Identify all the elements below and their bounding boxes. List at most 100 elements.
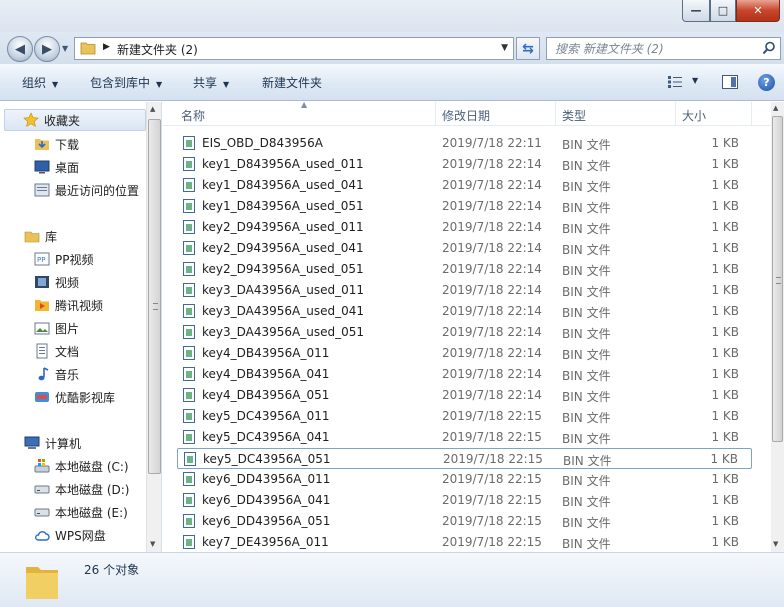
nav-youku[interactable]: 优酷影视库	[34, 387, 115, 407]
file-modified: 2019/7/18 22:14	[442, 367, 542, 381]
search-input[interactable]	[555, 40, 755, 57]
file-modified: 2019/7/18 22:14	[442, 283, 542, 297]
organize-button[interactable]: 组织 ▼	[22, 74, 58, 91]
column-type[interactable]: 类型	[562, 107, 586, 124]
file-size: 1 KB	[711, 409, 739, 423]
file-row[interactable]: key3_DA43956A_used_051 2019/7/18 22:14 BIN…	[177, 322, 752, 343]
file-row[interactable]: key5_DC43956A_011 2019/7/18 22:15 BIN 文件 1 …	[177, 406, 752, 427]
nav-libraries[interactable]: 库	[24, 226, 57, 246]
breadcrumb-separator-icon[interactable]: ▶	[103, 42, 110, 52]
nav-scrollbar[interactable]: ▲ ▼	[146, 102, 161, 552]
chevron-down-icon: ▼	[52, 80, 59, 89]
file-type: BIN 文件	[562, 285, 611, 299]
file-list-scrollbar-thumb[interactable]	[772, 116, 783, 442]
file-row[interactable]: key3_DA43956A_used_011 2019/7/18 22:14 BIN…	[177, 280, 752, 301]
nav-wps-drive[interactable]: WPS网盘	[34, 525, 106, 545]
nav-tencent-video-label: 腾讯视频	[55, 298, 104, 313]
nav-scrollbar-thumb[interactable]	[148, 119, 161, 474]
file-row[interactable]: key4_DB43956A_011 2019/7/18 22:14 BIN 文件 1 …	[177, 343, 752, 364]
file-type: BIN 文件	[562, 495, 611, 509]
nav-recent-places[interactable]: 最近访问的位置	[34, 180, 139, 200]
svg-text:PP: PP	[37, 256, 45, 264]
file-name: key6_DD43956A_051	[202, 514, 331, 528]
nav-pictures-label: 图片	[55, 321, 80, 336]
column-name[interactable]: 名称	[181, 107, 205, 124]
scroll-down-icon[interactable]: ▼	[773, 540, 778, 548]
forward-button[interactable]: ▶	[34, 36, 60, 62]
nav-desktop[interactable]: 桌面	[34, 157, 79, 177]
file-row[interactable]: key1_D843956A_used_041 2019/7/18 22:14 BIN…	[177, 175, 752, 196]
nav-pictures[interactable]: 图片	[34, 318, 79, 338]
preview-pane-icon[interactable]	[722, 75, 738, 89]
nav-documents[interactable]: 文档	[34, 341, 79, 361]
file-row[interactable]: key6_DD43956A_041 2019/7/18 22:15 BIN 文件 1 …	[177, 490, 752, 511]
maximize-button[interactable]: □	[710, 0, 736, 22]
search-box[interactable]	[546, 37, 781, 60]
file-size: 1 KB	[711, 367, 739, 381]
view-dropdown-icon[interactable]: ▼	[692, 76, 698, 85]
view-options-icon[interactable]	[668, 76, 682, 88]
nav-videos[interactable]: 视频	[34, 272, 79, 292]
file-row[interactable]: key1_D843956A_used_051 2019/7/18 22:14 BIN…	[177, 196, 752, 217]
file-row[interactable]: key3_DA43956A_used_041 2019/7/18 22:14 BIN…	[177, 301, 752, 322]
nav-tencent-video[interactable]: 腾讯视频	[34, 295, 103, 315]
nav-disk-d[interactable]: 本地磁盘 (D:)	[34, 479, 129, 499]
search-icon[interactable]	[762, 41, 776, 55]
help-icon[interactable]: ?	[758, 74, 775, 91]
music-icon	[38, 367, 49, 381]
column-modified[interactable]: 修改日期	[442, 107, 490, 124]
file-row[interactable]: key5_DC43956A_041 2019/7/18 22:15 BIN 文件 1 …	[177, 427, 752, 448]
nav-downloads[interactable]: 下载	[34, 134, 79, 154]
downloads-folder-icon	[35, 139, 49, 150]
nav-favorites[interactable]: 收藏夹	[4, 109, 146, 131]
file-row[interactable]: key6_DD43956A_011 2019/7/18 22:15 BIN 文件 1 …	[177, 469, 752, 490]
column-size[interactable]: 大小	[682, 107, 706, 124]
nav-disk-e[interactable]: 本地磁盘 (E:)	[34, 502, 128, 522]
share-button[interactable]: 共享 ▼	[193, 74, 229, 91]
nav-computer[interactable]: 计算机	[24, 433, 81, 453]
file-size: 1 KB	[711, 157, 739, 171]
scroll-down-icon[interactable]: ▼	[150, 540, 155, 548]
refresh-button[interactable]: ⇆	[516, 37, 540, 60]
bin-file-icon	[183, 136, 195, 150]
file-type: BIN 文件	[562, 474, 611, 488]
recent-pages-dropdown-icon[interactable]: ▼	[62, 44, 68, 53]
new-folder-button[interactable]: 新建文件夹	[262, 74, 322, 91]
bin-file-icon	[183, 493, 195, 507]
bin-file-icon	[183, 157, 195, 171]
file-row[interactable]: key2_D943956A_used_041 2019/7/18 22:14 BIN…	[177, 238, 752, 259]
file-row[interactable]: EIS_OBD_D843956A 2019/7/18 22:11 BIN 文件 1 K…	[177, 133, 752, 154]
file-row[interactable]: key4_DB43956A_041 2019/7/18 22:14 BIN 文件 1 …	[177, 364, 752, 385]
nav-disk-c[interactable]: 本地磁盘 (C:)	[34, 456, 129, 476]
address-dropdown-icon[interactable]: ▼	[501, 43, 508, 53]
back-button[interactable]: ◀	[7, 36, 33, 62]
file-row[interactable]: key7_DE43956A_011 2019/7/18 22:15 BIN 文件 1 …	[177, 532, 752, 552]
file-list: ▲ 名称 修改日期 类型 大小 EIS_OBD_D843956A 2019/7/1…	[163, 102, 784, 552]
nav-recent-places-label: 最近访问的位置	[55, 183, 140, 198]
scroll-up-icon[interactable]: ▲	[150, 105, 155, 113]
nav-music[interactable]: 音乐	[34, 364, 79, 384]
address-bar[interactable]: ▶ 新建文件夹 (2) ▼	[74, 37, 514, 60]
file-modified: 2019/7/18 22:14	[442, 262, 542, 276]
file-modified: 2019/7/18 22:14	[442, 388, 542, 402]
file-name: key3_DA43956A_used_011	[202, 283, 365, 297]
include-in-library-button[interactable]: 包含到库中 ▼	[90, 74, 162, 91]
file-size: 1 KB	[711, 493, 739, 507]
scroll-up-icon[interactable]: ▲	[773, 104, 778, 112]
library-icon	[24, 231, 40, 243]
close-button[interactable]: ✕	[736, 0, 780, 22]
file-row[interactable]: key4_DB43956A_051 2019/7/18 22:14 BIN 文件 1 …	[177, 385, 752, 406]
minimize-button[interactable]: —	[682, 0, 710, 22]
bin-file-icon	[183, 535, 195, 549]
file-row[interactable]: key2_D943956A_used_051 2019/7/18 22:14 BIN…	[177, 259, 752, 280]
video-library-icon	[35, 276, 49, 288]
file-row[interactable]: key5_DC43956A_051 2019/7/18 22:15 BIN 文件 1 …	[177, 448, 752, 469]
file-name: key1_D843956A_used_051	[202, 199, 364, 213]
file-row[interactable]: key2_D943956A_used_011 2019/7/18 22:14 BIN…	[177, 217, 752, 238]
nav-pp-video[interactable]: PP PP视频	[34, 249, 93, 269]
breadcrumb-current-folder[interactable]: 新建文件夹 (2)	[117, 41, 198, 58]
file-row[interactable]: key6_DD43956A_051 2019/7/18 22:15 BIN 文件 1 …	[177, 511, 752, 532]
file-row[interactable]: key1_D843956A_used_011 2019/7/18 22:14 BIN…	[177, 154, 752, 175]
window-controls: — □ ✕	[682, 0, 780, 22]
file-list-scrollbar[interactable]: ▲ ▼	[771, 102, 784, 552]
